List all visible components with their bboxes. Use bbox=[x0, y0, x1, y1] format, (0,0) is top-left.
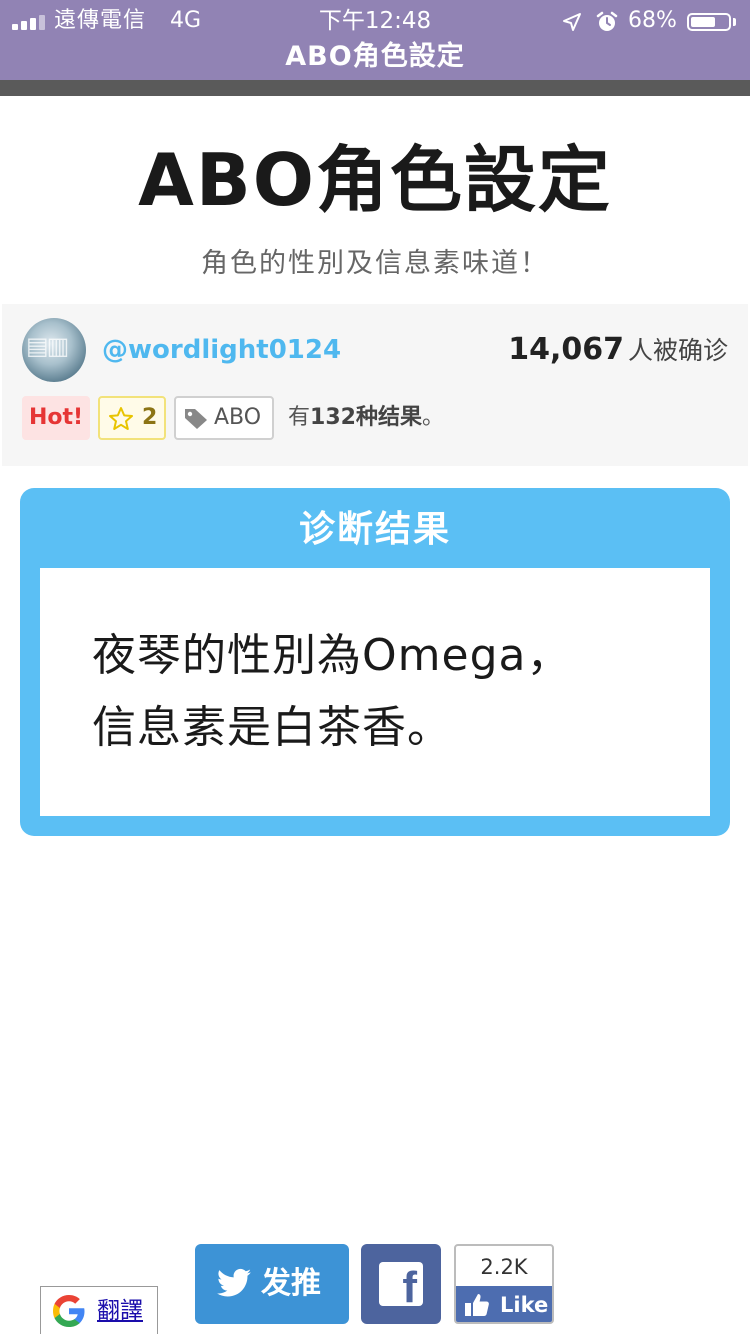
like-button[interactable]: Like bbox=[456, 1286, 552, 1322]
status-bar: 遠傳電信 4G 下午12:48 68% ABO角色設定 bbox=[0, 0, 750, 80]
alarm-icon bbox=[596, 11, 618, 31]
tweet-label: 发推 bbox=[261, 1266, 321, 1301]
avatar[interactable]: ▤▥ bbox=[22, 318, 86, 382]
result-header: 诊断结果 bbox=[298, 509, 451, 550]
tag-abo[interactable]: ABO bbox=[174, 396, 274, 440]
result-card: 诊断结果 夜琴的性別為Omega， 信息素是白茶香。 bbox=[20, 488, 730, 836]
result-count-suffix: 。 bbox=[421, 405, 444, 430]
diagnosed-count: 14,067 人被确诊 bbox=[508, 330, 728, 374]
location-icon bbox=[563, 13, 581, 31]
result-count-prefix: 有 bbox=[288, 405, 311, 430]
page-title: ABO角色設定 bbox=[138, 138, 612, 222]
google-translate-widget[interactable]: 翻譯 bbox=[40, 1286, 158, 1334]
translate-link[interactable]: 翻譯 bbox=[97, 1287, 143, 1335]
author-panel: ▤▥ @wordlight0124 14,067 人被确诊 Hot! 2 ABO … bbox=[2, 304, 748, 466]
battery-tip bbox=[733, 18, 736, 26]
result-text: 夜琴的性別為Omega， 信息素是白茶香。 bbox=[92, 620, 692, 764]
tag-label: ABO bbox=[214, 405, 262, 430]
facebook-share-button[interactable]: f bbox=[361, 1244, 441, 1324]
google-icon bbox=[53, 1295, 85, 1327]
star-icon bbox=[109, 407, 133, 430]
page-subtitle: 角色的性別及信息素味道！ bbox=[201, 248, 549, 279]
battery-icon bbox=[687, 13, 731, 31]
toolbar-divider bbox=[0, 80, 750, 96]
like-label: Like bbox=[500, 1293, 549, 1317]
twitter-bird-icon bbox=[217, 1268, 251, 1297]
status-row: 遠傳電信 4G 下午12:48 68% bbox=[0, 4, 750, 38]
thumbs-up-icon bbox=[465, 1294, 489, 1316]
hot-badge: Hot! bbox=[22, 396, 90, 440]
battery-percent: 68% bbox=[628, 8, 677, 33]
diagnosed-suffix: 人被确诊 bbox=[627, 336, 728, 365]
favorite-button[interactable]: 2 bbox=[98, 396, 166, 440]
facebook-like-widget[interactable]: 2.2K Like bbox=[454, 1244, 554, 1324]
result-line-2: 信息素是白茶香。 bbox=[92, 702, 452, 753]
author-handle-link[interactable]: @wordlight0124 bbox=[102, 332, 341, 368]
result-count: 有132种结果。 bbox=[288, 396, 444, 440]
nav-title: ABO角色設定 bbox=[285, 41, 465, 72]
favorite-count: 2 bbox=[142, 405, 158, 430]
result-count-number: 132种结果 bbox=[310, 405, 422, 430]
tag-icon bbox=[185, 409, 207, 429]
facebook-icon: f bbox=[379, 1262, 423, 1312]
like-count: 2.2K bbox=[480, 1255, 528, 1279]
avatar-image: ▤▥ bbox=[26, 332, 69, 360]
result-body: 夜琴的性別為Omega， 信息素是白茶香。 bbox=[40, 568, 710, 816]
tweet-button[interactable]: 发推 bbox=[195, 1244, 349, 1324]
diagnosed-number: 14,067 bbox=[508, 332, 624, 367]
battery-fill bbox=[691, 17, 715, 27]
result-line-1: 夜琴的性別為Omega， bbox=[92, 630, 572, 681]
